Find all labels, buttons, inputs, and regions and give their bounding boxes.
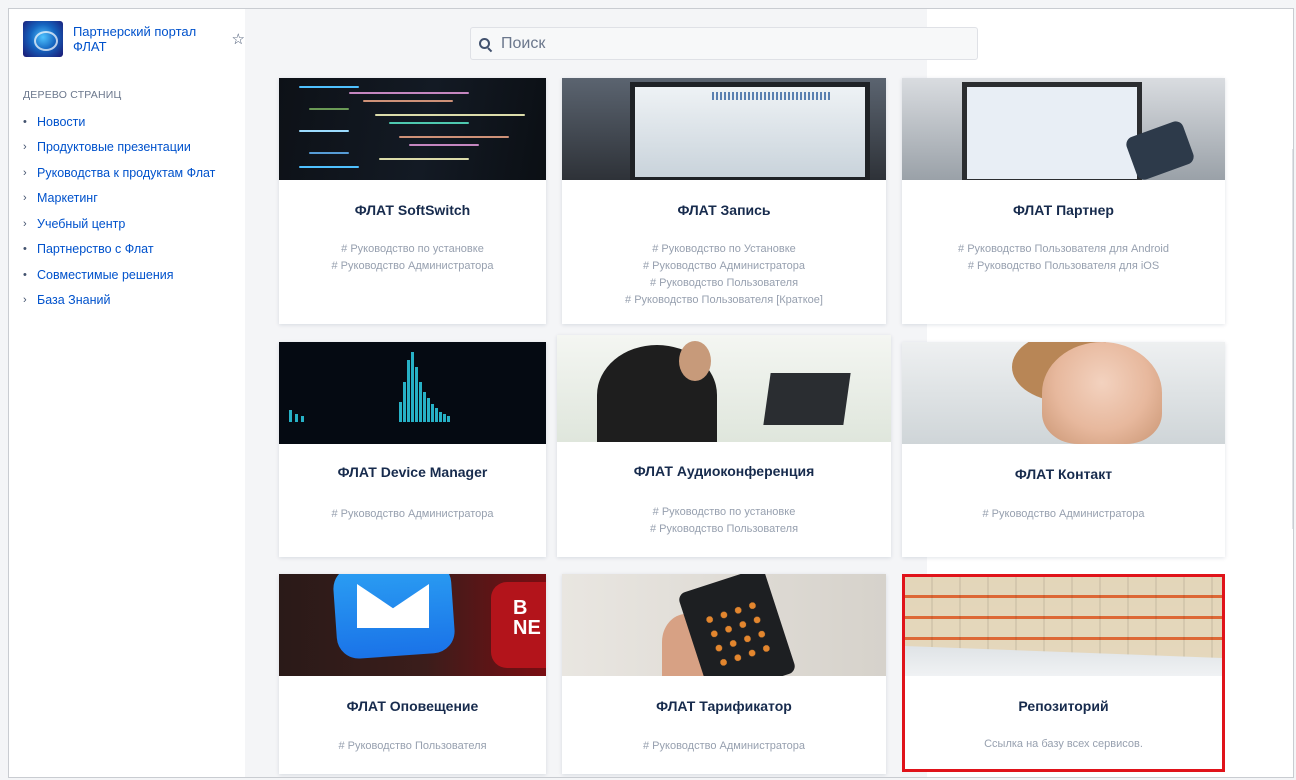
page-tree-item-label: Совместимые решения [37, 267, 174, 282]
repository-card[interactable]: Репозиторий Ссылка на базу всех сервисов… [902, 574, 1225, 772]
product-card[interactable]: B NE ФЛАТ Оповещение # Руководство Пользо… [279, 574, 546, 774]
card-link[interactable]: # Руководство по установке [557, 504, 891, 521]
chevron-right-icon[interactable]: › [23, 141, 37, 153]
page-tree-item-label: Руководства к продуктам Флат [37, 165, 216, 180]
card-links: # Руководство по установке # Руководство… [279, 241, 546, 275]
chevron-right-icon[interactable]: › [23, 218, 37, 230]
page-tree-item[interactable]: • Совместимые решения [23, 262, 215, 288]
card-title[interactable]: ФЛАТ Контакт [902, 466, 1225, 482]
chevron-right-icon[interactable]: › [23, 192, 37, 204]
card-link[interactable]: # Руководство Пользователя [562, 275, 886, 292]
card-title[interactable]: ФЛАТ SoftSwitch [279, 202, 546, 218]
app-frame: Партнерский портал ФЛАТ ☆ ДЕРЕВО СТРАНИЦ… [8, 8, 1294, 778]
card-links: # Руководство по установке # Руководство… [557, 504, 891, 538]
card-link[interactable]: # Руководство Пользователя [Краткое] [562, 292, 886, 309]
card-link[interactable]: # Руководство Администратора [562, 738, 886, 755]
page-tree-item[interactable]: › Учебный центр [23, 211, 215, 237]
bullet-icon: • [23, 268, 27, 281]
product-card[interactable]: ФЛАТ Аудиоконференция # Руководство по у… [557, 335, 891, 557]
product-card[interactable]: ФЛАТ Партнер # Руководство Пользователя … [902, 78, 1225, 324]
bullet-icon: • [23, 115, 27, 128]
card-link[interactable]: # Руководство Пользователя [557, 521, 891, 538]
news-app-icon: B NE [491, 582, 546, 668]
card-link[interactable]: # Руководство Администратора [279, 506, 546, 523]
product-card[interactable]: ФЛАТ Device Manager # Руководство Админи… [279, 342, 546, 557]
card-image-chart [279, 342, 546, 444]
page-tree-item[interactable]: › Руководства к продуктам Флат [23, 160, 215, 186]
card-image-monitor [562, 78, 886, 180]
scrollbar[interactable] [1292, 149, 1293, 529]
space-header: Партнерский портал ФЛАТ ☆ [23, 21, 245, 57]
card-title[interactable]: ФЛАТ Оповещение [279, 698, 546, 714]
card-link[interactable]: # Руководство Пользователя для iOS [902, 258, 1225, 275]
product-card[interactable]: ФЛАТ Тарификатор # Руководство Администр… [562, 574, 886, 774]
card-description: Ссылка на базу всех сервисов. [984, 738, 1143, 750]
card-title[interactable]: ФЛАТ Device Manager [279, 464, 546, 480]
page-tree-item[interactable]: • Новости [23, 109, 215, 135]
card-image-operator [902, 342, 1225, 444]
card-link[interactable]: # Руководство по Установке [562, 241, 886, 258]
card-title[interactable]: ФЛАТ Запись [562, 202, 886, 218]
card-title[interactable]: ФЛАТ Аудиоконференция [557, 463, 891, 479]
card-links: # Руководство Пользователя [279, 738, 546, 755]
space-logo[interactable] [23, 21, 63, 57]
card-link[interactable]: # Руководство Администратора [562, 258, 886, 275]
card-link[interactable]: # Руководство Администратора [279, 258, 546, 275]
card-link[interactable]: # Руководство Пользователя для Android [902, 241, 1225, 258]
product-card[interactable]: ФЛАТ SoftSwitch # Руководство по установ… [279, 78, 546, 324]
page-tree-item-label: Новости [37, 114, 86, 129]
card-links: # Руководство по Установке # Руководство… [562, 241, 886, 309]
chevron-right-icon[interactable]: › [23, 294, 37, 306]
card-link[interactable]: # Руководство Пользователя [279, 738, 546, 755]
star-icon[interactable]: ☆ [232, 30, 245, 48]
card-link[interactable]: # Руководство по установке [279, 241, 546, 258]
page-tree-item-label: Партнерство с Флат [37, 242, 154, 257]
card-title[interactable]: Репозиторий [905, 698, 1222, 714]
search-bar[interactable] [470, 27, 978, 60]
card-links: # Руководство Администратора [279, 506, 546, 523]
space-title[interactable]: Партнерский портал ФЛАТ [73, 24, 226, 54]
card-image-person-laptop [557, 335, 891, 442]
card-image-laptop-phone [902, 78, 1225, 180]
card-link[interactable]: # Руководство Администратора [902, 506, 1225, 523]
page-tree-item[interactable]: › Продуктовые презентации [23, 135, 215, 161]
page-tree-item-label: База Знаний [37, 293, 111, 308]
page-tree-item-label: Продуктовые презентации [37, 140, 191, 155]
card-links: # Руководство Пользователя для Android #… [902, 241, 1225, 275]
search-icon [479, 37, 491, 50]
page-tree-item[interactable]: › База Знаний [23, 288, 215, 314]
card-image-warehouse [905, 577, 1222, 676]
page-tree-item-label: Маркетинг [37, 191, 98, 206]
bullet-icon: • [23, 243, 27, 256]
chevron-right-icon[interactable]: › [23, 167, 37, 179]
card-links: # Руководство Администратора [902, 506, 1225, 523]
card-image-mail-app: B NE [279, 574, 546, 676]
card-title[interactable]: ФЛАТ Партнер [902, 202, 1225, 218]
page-tree-item-label: Учебный центр [37, 216, 126, 231]
card-links: # Руководство Администратора [562, 738, 886, 755]
page-tree-item[interactable]: › Маркетинг [23, 186, 215, 212]
search-input[interactable] [499, 33, 943, 54]
sidebar: Партнерский портал ФЛАТ ☆ ДЕРЕВО СТРАНИЦ… [9, 9, 245, 777]
product-card[interactable]: ФЛАТ Контакт # Руководство Администратор… [902, 342, 1225, 557]
product-card[interactable]: ФЛАТ Запись # Руководство по Установке #… [562, 78, 886, 324]
page-tree: • Новости › Продуктовые презентации › Руков… [23, 109, 215, 313]
page-tree-item[interactable]: • Партнерство с Флат [23, 237, 215, 263]
card-title[interactable]: ФЛАТ Тарификатор [562, 698, 886, 714]
page-tree-heading: ДЕРЕВО СТРАНИЦ [23, 89, 122, 101]
card-image-calculator [562, 574, 886, 676]
card-image-code [279, 78, 546, 180]
